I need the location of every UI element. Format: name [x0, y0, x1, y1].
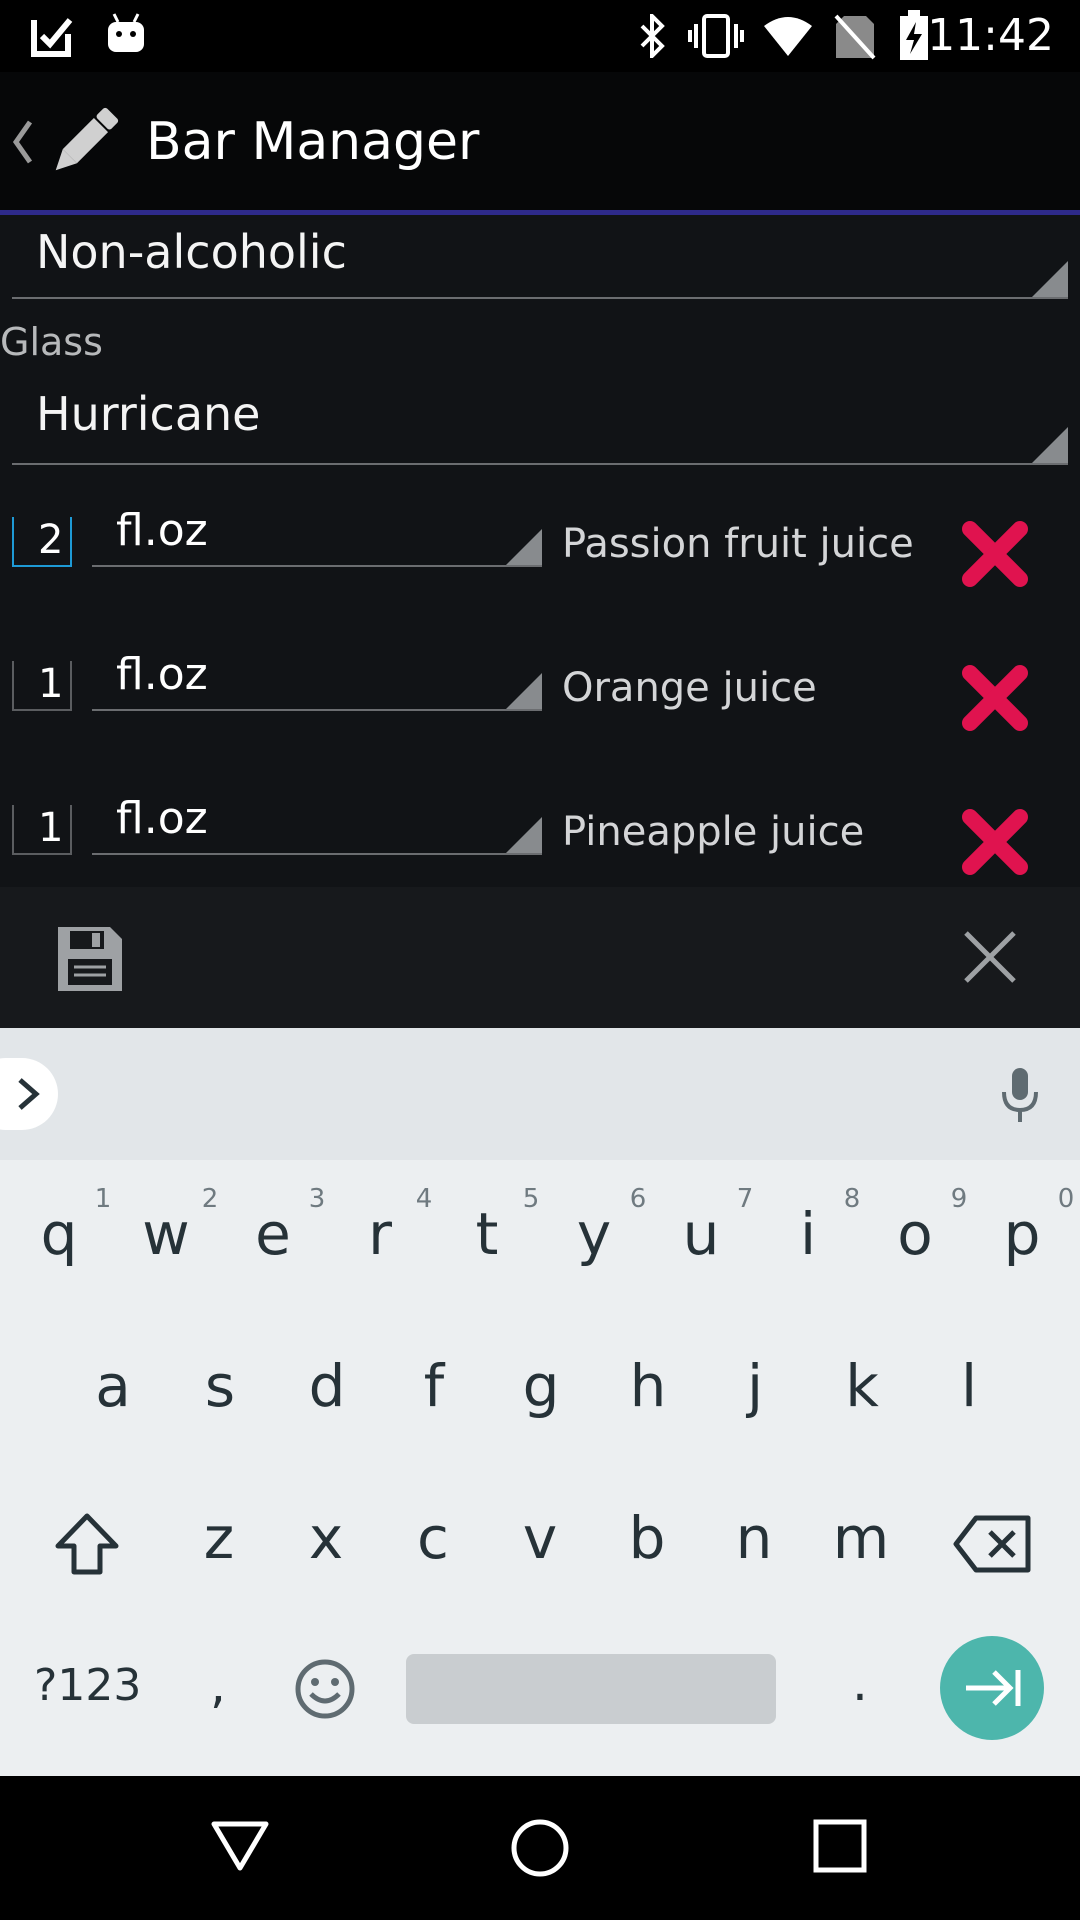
glass-value: Hurricane [36, 387, 261, 441]
pencil-icon [55, 107, 119, 171]
check-notification-icon [31, 18, 73, 57]
key-hint-1: 1 [94, 1184, 112, 1214]
unit-spinner[interactable]: fl.oz [92, 505, 542, 567]
dropdown-arrow-icon [1032, 427, 1068, 463]
dropdown-arrow-icon [1032, 261, 1068, 297]
dropdown-arrow-icon [506, 673, 542, 709]
quantity-input[interactable]: 1 [12, 661, 72, 711]
period-key[interactable]: . [852, 1654, 868, 1712]
back-chevron-icon[interactable] [10, 118, 34, 166]
app-title: Bar Manager [146, 112, 480, 172]
key-hint-6: 6 [629, 1184, 647, 1214]
status-bar: 11:42 [0, 0, 1080, 72]
quantity-input[interactable]: 2 [12, 517, 72, 567]
symbols-key[interactable]: ?123 [34, 1660, 141, 1711]
key-c[interactable]: c [388, 1504, 478, 1572]
quantity-value: 2 [38, 517, 64, 563]
key-v[interactable]: v [495, 1504, 585, 1572]
delete-ingredient-icon[interactable] [960, 807, 1030, 877]
quantity-input[interactable]: 1 [12, 805, 72, 855]
key-n[interactable]: n [709, 1504, 799, 1572]
unit-value: fl.oz [116, 649, 208, 700]
space-bar[interactable] [406, 1654, 776, 1724]
key-l[interactable]: l [924, 1352, 1014, 1420]
category-spinner[interactable]: Non-alcoholic [12, 215, 1068, 299]
key-hint-9: 9 [950, 1184, 968, 1214]
key-hint-2: 2 [201, 1184, 219, 1214]
home-circle-icon[interactable] [508, 1816, 572, 1880]
unit-spinner[interactable]: fl.oz [92, 793, 542, 855]
delete-ingredient-icon[interactable] [960, 663, 1030, 733]
key-a[interactable]: a [68, 1352, 158, 1420]
key-hint-0: 0 [1057, 1184, 1075, 1214]
key-j[interactable]: j [710, 1352, 800, 1420]
chevron-right-icon [18, 1078, 40, 1110]
key-z[interactable]: z [174, 1504, 264, 1572]
next-field-button[interactable] [940, 1636, 1044, 1740]
key-x[interactable]: x [281, 1504, 371, 1572]
comma-key[interactable]: , [210, 1656, 226, 1714]
quantity-value: 1 [38, 661, 64, 707]
keyboard-suggestion-strip [0, 1028, 1080, 1160]
tab-arrow-icon [966, 1670, 1021, 1706]
no-sim-icon [834, 14, 876, 60]
category-value: Non-alcoholic [36, 225, 347, 279]
key-h[interactable]: h [603, 1352, 693, 1420]
action-bar: Bar Manager [0, 72, 1080, 210]
wifi-icon [764, 17, 812, 56]
ingredient-name: Orange juice [562, 665, 817, 711]
dropdown-arrow-icon [506, 529, 542, 565]
key-f[interactable]: f [389, 1352, 479, 1420]
backspace-icon[interactable] [952, 1514, 1032, 1574]
keyboard: q1w2e3r4t5y6u7i8o9p0 asdfghjkl zxcvbnm ?… [0, 1160, 1080, 1776]
navigation-bar [0, 1776, 1080, 1920]
back-triangle-icon[interactable] [210, 1818, 270, 1874]
unit-value: fl.oz [116, 793, 208, 844]
glass-spinner[interactable]: Hurricane [12, 375, 1068, 465]
bluetooth-icon [640, 14, 665, 58]
ingredient-name: Pineapple juice [562, 809, 865, 855]
key-hint-7: 7 [736, 1184, 754, 1214]
recents-square-icon[interactable] [812, 1818, 868, 1874]
unit-spinner[interactable]: fl.oz [92, 649, 542, 711]
android-robot-icon [108, 13, 144, 52]
keyboard-expand-button[interactable] [0, 1058, 58, 1130]
key-d[interactable]: d [282, 1352, 372, 1420]
unit-value: fl.oz [116, 505, 208, 556]
quantity-value: 1 [38, 805, 64, 851]
shift-icon[interactable] [52, 1510, 122, 1580]
status-time: 11:42 [927, 10, 1054, 61]
save-floppy-icon[interactable] [54, 923, 126, 995]
recipe-form: Non-alcoholic Glass Hurricane 2 fl.oz Pa… [0, 215, 1080, 887]
key-hint-5: 5 [522, 1184, 540, 1214]
delete-ingredient-icon[interactable] [960, 519, 1030, 589]
bottom-toolbar [0, 887, 1080, 1028]
close-x-icon[interactable] [960, 927, 1020, 987]
emoji-icon[interactable] [294, 1658, 356, 1720]
key-s[interactable]: s [175, 1352, 265, 1420]
key-hint-8: 8 [843, 1184, 861, 1214]
key-k[interactable]: k [817, 1352, 907, 1420]
key-hint-3: 3 [308, 1184, 326, 1214]
microphone-icon[interactable] [996, 1066, 1044, 1126]
key-g[interactable]: g [496, 1352, 586, 1420]
dropdown-arrow-icon [506, 817, 542, 853]
key-m[interactable]: m [816, 1504, 906, 1572]
key-hint-4: 4 [415, 1184, 433, 1214]
ingredient-name: Passion fruit juice [562, 521, 914, 567]
key-b[interactable]: b [602, 1504, 692, 1572]
glass-label: Glass [0, 320, 103, 364]
vibrate-icon [688, 14, 744, 58]
battery-charging-icon [900, 10, 928, 60]
